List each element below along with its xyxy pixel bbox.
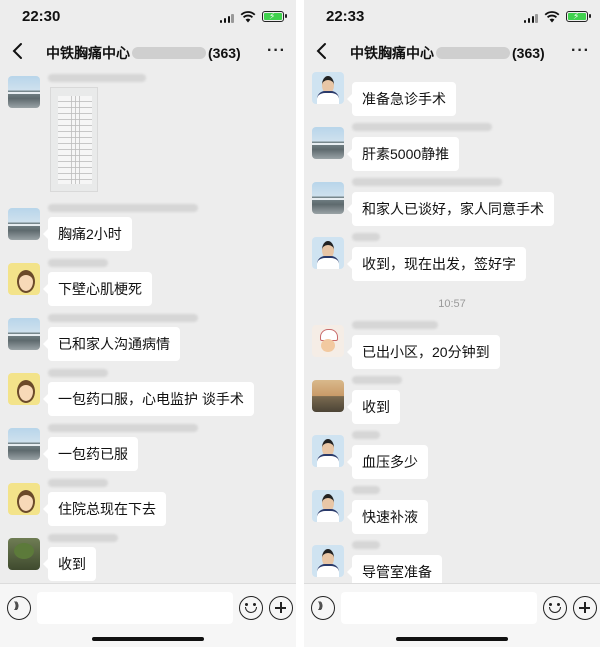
group-name: 中铁胸痛中心 xyxy=(350,45,434,61)
cartoon-avatar[interactable] xyxy=(8,373,40,405)
plant-avatar[interactable] xyxy=(8,538,40,570)
signal-icon xyxy=(524,14,538,23)
voice-input-icon[interactable] xyxy=(311,596,335,620)
message-bubble[interactable]: 导管室准备 xyxy=(347,555,442,583)
right-phone-screen: 22:33 ⚡ 中铁胸痛中心 (363) ··· 准备急诊手术 肝素5000静推 … xyxy=(304,0,600,647)
message-bubble[interactable]: 收到 xyxy=(347,390,400,424)
more-options-icon[interactable]: ··· xyxy=(571,42,590,60)
blurred-nickname xyxy=(352,178,502,186)
emoji-icon[interactable] xyxy=(239,596,263,620)
status-time: 22:33 xyxy=(326,8,365,25)
blurred-nickname xyxy=(48,424,198,432)
wifi-icon xyxy=(240,11,256,23)
status-bar: 22:33 ⚡ xyxy=(304,0,600,34)
road-avatar[interactable] xyxy=(8,208,40,240)
doctor-avatar[interactable] xyxy=(312,490,344,522)
blurred-nickname xyxy=(352,233,380,241)
plus-icon[interactable] xyxy=(269,596,293,620)
blurred-nickname xyxy=(48,534,118,542)
more-options-icon[interactable]: ··· xyxy=(267,42,286,60)
message-timestamp: 10:57 xyxy=(438,298,466,310)
image-message[interactable] xyxy=(50,87,98,192)
chat-title: 中铁胸痛中心 (363) xyxy=(46,43,241,63)
blurred-nickname xyxy=(352,486,380,494)
message-list: 准备急诊手术 肝素5000静推 和家人已谈好，家人同意手术 收到，现在出发，签好… xyxy=(304,70,600,583)
message-bubble[interactable]: 一包药已服 xyxy=(43,437,138,471)
member-count: (363) xyxy=(208,45,241,61)
ecg-sheet-image xyxy=(58,96,92,184)
back-arrow-icon[interactable] xyxy=(8,40,30,62)
blurred-nickname xyxy=(352,376,402,384)
road-avatar[interactable] xyxy=(312,182,344,214)
message-bubble[interactable]: 血压多少 xyxy=(347,445,428,479)
blurred-nickname xyxy=(352,123,492,131)
status-bar: 22:30 ⚡ xyxy=(0,0,296,34)
message-bubble[interactable]: 收到 xyxy=(43,547,96,581)
chat-header: 中铁胸痛中心 (363) ··· xyxy=(0,34,296,70)
message-bubble[interactable]: 一包药口服，心电监护 谈手术 xyxy=(43,382,254,416)
member-count: (363) xyxy=(512,45,545,61)
voice-input-icon[interactable] xyxy=(7,596,31,620)
home-indicator[interactable] xyxy=(92,637,204,641)
message-bubble[interactable]: 住院总现在下去 xyxy=(43,492,166,526)
cartoon-avatar[interactable] xyxy=(8,483,40,515)
doctor-avatar[interactable] xyxy=(312,72,344,104)
message-list: 胸痛2小时 下壁心肌梗死 已和家人沟通病情 一包药口服，心电监护 谈手术 一包药… xyxy=(0,70,296,583)
wifi-icon xyxy=(544,11,560,23)
back-arrow-icon[interactable] xyxy=(312,40,334,62)
blurred-nickname xyxy=(48,369,108,377)
emoji-icon[interactable] xyxy=(543,596,567,620)
input-toolbar xyxy=(304,583,600,647)
road-avatar[interactable] xyxy=(8,318,40,350)
signal-icon xyxy=(220,14,234,23)
doctor-avatar[interactable] xyxy=(312,545,344,577)
message-bubble[interactable]: 收到，现在出发，签好字 xyxy=(347,247,526,281)
message-bubble[interactable]: 下壁心肌梗死 xyxy=(43,272,152,306)
message-bubble[interactable]: 快速补液 xyxy=(347,500,428,534)
blurred-nickname xyxy=(352,321,438,329)
message-bubble[interactable]: 已出小区，20分钟到 xyxy=(347,335,500,369)
blurred-number xyxy=(436,47,510,59)
message-bubble[interactable]: 胸痛2小时 xyxy=(43,217,132,251)
status-time: 22:30 xyxy=(22,8,61,25)
home-indicator[interactable] xyxy=(396,637,508,641)
chat-header: 中铁胸痛中心 (363) ··· xyxy=(304,34,600,70)
left-phone-screen: 22:30 ⚡ 中铁胸痛中心 (363) ··· 胸痛2小时 下壁心肌梗死 已和家… xyxy=(0,0,296,647)
blurred-nickname xyxy=(48,204,198,212)
cartoon-avatar[interactable] xyxy=(8,263,40,295)
message-bubble[interactable]: 肝素5000静推 xyxy=(346,137,460,171)
blurred-number xyxy=(132,47,206,59)
blurred-nickname xyxy=(48,314,198,322)
blurred-nickname xyxy=(352,541,380,549)
message-bubble[interactable]: 和家人已谈好，家人同意手术 xyxy=(347,192,554,226)
road-avatar[interactable] xyxy=(312,127,344,159)
battery-charging-icon: ⚡ xyxy=(262,11,287,22)
blurred-nickname xyxy=(48,479,108,487)
input-toolbar xyxy=(0,583,296,647)
sunset-avatar[interactable] xyxy=(312,380,344,412)
blurred-nickname xyxy=(352,431,380,439)
message-input[interactable] xyxy=(341,592,537,624)
message-input[interactable] xyxy=(37,592,233,624)
group-name: 中铁胸痛中心 xyxy=(46,45,130,61)
plus-icon[interactable] xyxy=(573,596,597,620)
doctor-avatar[interactable] xyxy=(312,237,344,269)
road-avatar[interactable] xyxy=(8,428,40,460)
message-bubble[interactable]: 准备急诊手术 xyxy=(347,82,456,116)
road-avatar[interactable] xyxy=(8,76,40,108)
chat-title: 中铁胸痛中心 (363) xyxy=(350,43,545,63)
message-bubble[interactable]: 已和家人沟通病情 xyxy=(43,327,180,361)
cook-avatar[interactable] xyxy=(312,325,344,357)
blurred-nickname xyxy=(48,259,108,267)
doctor-avatar[interactable] xyxy=(312,435,344,467)
blurred-nickname xyxy=(48,74,146,82)
battery-charging-icon: ⚡ xyxy=(566,11,591,22)
